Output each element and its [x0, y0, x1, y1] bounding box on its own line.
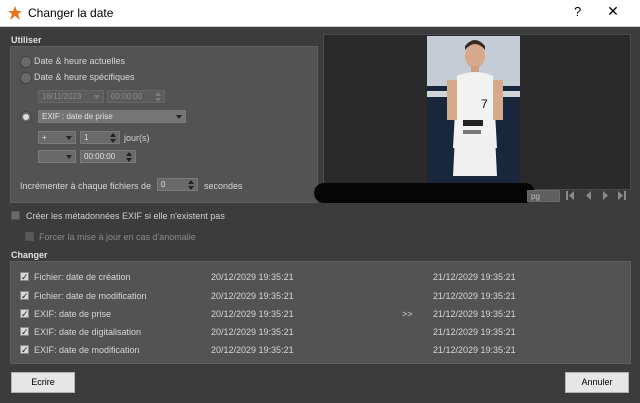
offset-value: 1	[84, 133, 89, 142]
chevron-down-icon	[66, 136, 72, 140]
radio-specific-label: Date & heure spécifiques	[34, 72, 135, 82]
write-button[interactable]: Ecrire	[11, 372, 75, 393]
next-image-icon[interactable]	[601, 190, 610, 201]
svg-text:7: 7	[481, 97, 488, 111]
change-row-checkbox[interactable]: ✓	[20, 327, 29, 337]
create-exif-label: Créer les métadonnées EXIF si elle n'exi…	[26, 211, 225, 221]
help-button[interactable]: ?	[574, 4, 581, 19]
change-row-old-date: 20/12/2029 19:35:21	[211, 309, 294, 319]
increment-unit-label: secondes	[204, 181, 243, 191]
create-exif-checkbox[interactable]	[11, 211, 20, 220]
filename-suffix: pg	[531, 192, 540, 201]
force-update-checkbox[interactable]	[25, 232, 34, 241]
radio-current-datetime[interactable]	[20, 56, 32, 68]
offset2-sign-select[interactable]	[38, 150, 76, 163]
radio-exif-date[interactable]	[20, 111, 32, 123]
cancel-button[interactable]: Annuler	[565, 372, 629, 393]
change-row-old-date: 20/12/2029 19:35:21	[211, 272, 294, 282]
specific-time-value: 00:00:00	[111, 92, 143, 101]
offset2-time-spinner[interactable]: 00:00:00	[80, 150, 136, 163]
change-row-label: Fichier: date de création	[34, 272, 131, 282]
specific-time-spinner[interactable]: 00:00:00	[107, 90, 165, 103]
change-row-label: EXIF: date de modification	[34, 345, 140, 355]
chevron-down-icon	[66, 155, 72, 159]
previous-image-icon[interactable]	[584, 190, 593, 201]
spinner-arrows-icon	[109, 133, 118, 143]
spinner-arrows-icon	[154, 92, 163, 102]
offset-value-spinner[interactable]: 1	[80, 131, 120, 144]
offset2-time-value: 00:00:00	[84, 152, 116, 161]
change-row-new-date: 21/12/2029 19:35:21	[433, 327, 516, 337]
change-row-label: EXIF: date de digitalisation	[34, 327, 142, 337]
redacted-filename-bar	[314, 183, 535, 203]
change-section-title: Changer	[11, 250, 48, 260]
radio-specific-datetime[interactable]	[20, 72, 32, 84]
change-row-old-date: 20/12/2029 19:35:21	[211, 327, 294, 337]
spinner-arrows-icon	[125, 152, 134, 162]
chevron-down-icon	[94, 95, 100, 99]
app-logo-icon	[8, 6, 22, 20]
change-row-new-date: 21/12/2029 19:35:21	[433, 345, 516, 355]
spinner-arrows-icon	[187, 180, 196, 190]
change-row-old-date: 20/12/2029 19:35:21	[211, 345, 294, 355]
basketball-player-image: 7	[427, 36, 520, 183]
radio-current-label: Date & heure actuelles	[34, 56, 126, 66]
chevron-down-icon	[176, 115, 182, 119]
change-row-label: Fichier: date de modification	[34, 291, 147, 301]
offset-unit-label: jour(s)	[124, 133, 150, 143]
exif-source-select[interactable]: EXIF : date de prise	[38, 110, 186, 123]
change-row-checkbox[interactable]: ✓	[20, 309, 29, 319]
filename-field: pg	[527, 190, 560, 202]
change-row-new-date: 21/12/2029 19:35:21	[433, 272, 516, 282]
force-update-label: Forcer la mise à jour en cas d'anomalie	[39, 232, 196, 242]
exif-source-value: EXIF : date de prise	[42, 112, 113, 121]
preview-photo: 7	[427, 36, 520, 183]
change-arrow: >>	[402, 309, 413, 319]
change-row-checkbox[interactable]: ✓	[20, 291, 29, 301]
offset-sign-select[interactable]: +	[38, 131, 76, 144]
first-image-icon[interactable]	[566, 190, 575, 201]
increment-value: 0	[161, 180, 166, 189]
increment-spinner[interactable]: 0	[157, 178, 198, 191]
change-row-new-date: 21/12/2029 19:35:21	[433, 309, 516, 319]
offset-sign-value: +	[42, 133, 47, 142]
title-bar: Changer la date ? ✕	[0, 0, 640, 27]
change-row-checkbox[interactable]: ✓	[20, 272, 29, 282]
window-title: Changer la date	[28, 6, 114, 20]
last-image-icon[interactable]	[617, 190, 626, 201]
specific-date-value: 18/11/2023	[42, 92, 82, 101]
change-row-new-date: 21/12/2029 19:35:21	[433, 291, 516, 301]
change-row-old-date: 20/12/2029 19:35:21	[211, 291, 294, 301]
change-row-label: EXIF: date de prise	[34, 309, 112, 319]
close-button[interactable]: ✕	[603, 3, 623, 20]
increment-label: Incrémenter à chaque fichiers de	[20, 181, 152, 191]
change-row-checkbox[interactable]: ✓	[20, 345, 29, 355]
use-section-title: Utiliser	[11, 35, 42, 45]
specific-date-picker[interactable]: 18/11/2023	[38, 90, 104, 103]
